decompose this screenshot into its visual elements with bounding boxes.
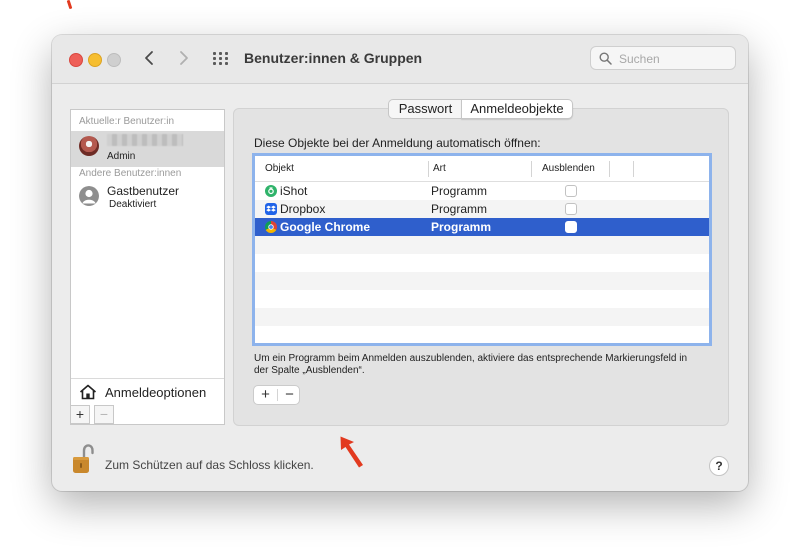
ishot-icon	[265, 185, 277, 197]
item-type: Programm	[431, 184, 488, 198]
preferences-window: Benutzer:innen & Gruppen Aktuelle:r Benu…	[52, 35, 748, 491]
item-type: Programm	[431, 202, 488, 216]
add-user-button[interactable]: +	[70, 405, 90, 424]
lock-icon[interactable]	[72, 443, 94, 475]
column-divider	[428, 161, 429, 177]
avatar	[79, 136, 99, 156]
annotation-arrow-icon	[340, 436, 363, 468]
guest-user-name: Gastbenutzer	[107, 184, 180, 198]
hide-checkbox[interactable]	[565, 185, 577, 197]
guest-avatar-icon	[79, 186, 99, 206]
tab-anmeldeobjekte[interactable]: Anmeldeobjekte	[461, 99, 573, 119]
item-name: iShot	[280, 184, 308, 198]
column-header-art[interactable]: Art	[433, 156, 446, 181]
zoom-window-button[interactable]	[107, 53, 121, 67]
hide-checkbox[interactable]	[565, 203, 577, 215]
show-all-grid-icon[interactable]	[213, 52, 229, 66]
column-header-objekt[interactable]: Objekt	[265, 156, 294, 181]
table-row[interactable]: iShot Programm	[255, 182, 709, 200]
house-icon	[79, 384, 97, 400]
minimize-window-button[interactable]	[88, 53, 102, 67]
empty-row	[255, 308, 709, 326]
empty-row	[255, 236, 709, 254]
tab-passwort[interactable]: Passwort	[388, 99, 462, 119]
help-button[interactable]: ?	[709, 456, 729, 476]
empty-row	[255, 272, 709, 290]
table-row[interactable]: Dropbox Programm	[255, 200, 709, 218]
current-user-name-redacted	[107, 134, 183, 146]
add-remove-control: + −	[253, 385, 300, 405]
user-list-footer: + −	[70, 405, 225, 425]
hide-checkbox[interactable]	[565, 221, 577, 233]
empty-row	[255, 326, 709, 343]
item-name: Dropbox	[280, 202, 326, 216]
column-divider	[609, 161, 610, 177]
guest-user-status: Deaktiviert	[109, 199, 157, 210]
column-divider	[531, 161, 532, 177]
back-arrow-icon[interactable]	[139, 47, 161, 69]
lock-hint-text: Zum Schützen auf das Schloss klicken.	[105, 458, 314, 472]
search-icon	[599, 52, 612, 65]
search-field[interactable]	[590, 46, 736, 70]
window-title: Benutzer:innen & Gruppen	[244, 50, 423, 66]
empty-row	[255, 290, 709, 308]
title-bar: Benutzer:innen & Gruppen	[52, 35, 748, 84]
dropbox-icon	[265, 203, 277, 215]
close-window-button[interactable]	[69, 53, 83, 67]
item-type: Programm	[431, 220, 492, 234]
empty-row	[255, 254, 709, 272]
remove-user-button[interactable]: −	[94, 405, 114, 424]
login-options-label: Anmeldeoptionen	[105, 385, 207, 400]
table-row[interactable]: Google Chrome Programm	[255, 218, 709, 236]
user-list: Aktuelle:r Benutzer:in Admin Andere Benu…	[70, 109, 225, 425]
column-divider	[633, 161, 634, 177]
current-user-section-heading: Aktuelle:r Benutzer:in	[79, 116, 175, 127]
login-options-item[interactable]: Anmeldeoptionen	[71, 378, 224, 405]
current-user-role: Admin	[107, 151, 136, 162]
login-items-table[interactable]: Objekt Art Ausblenden iShot Programm Dro…	[252, 153, 712, 346]
column-header-ausblenden[interactable]: Ausblenden	[542, 156, 595, 181]
item-name: Google Chrome	[280, 220, 371, 234]
user-row-guest[interactable]: Gastbenutzer Deaktiviert	[71, 182, 224, 218]
remove-login-item-button[interactable]: −	[278, 386, 301, 404]
annotation-mark	[66, 0, 73, 10]
chrome-icon	[265, 221, 277, 233]
login-items-intro: Diese Objekte bei der Anmeldung automati…	[254, 136, 541, 150]
hide-hint-text: Um ein Programm beim Anmelden auszublend…	[254, 353, 688, 376]
other-users-section-heading: Andere Benutzer:innen	[79, 168, 182, 179]
add-login-item-button[interactable]: +	[254, 386, 277, 404]
user-row-current[interactable]: Admin	[71, 131, 224, 167]
search-input[interactable]	[617, 50, 733, 68]
forward-arrow-icon[interactable]	[172, 47, 194, 69]
